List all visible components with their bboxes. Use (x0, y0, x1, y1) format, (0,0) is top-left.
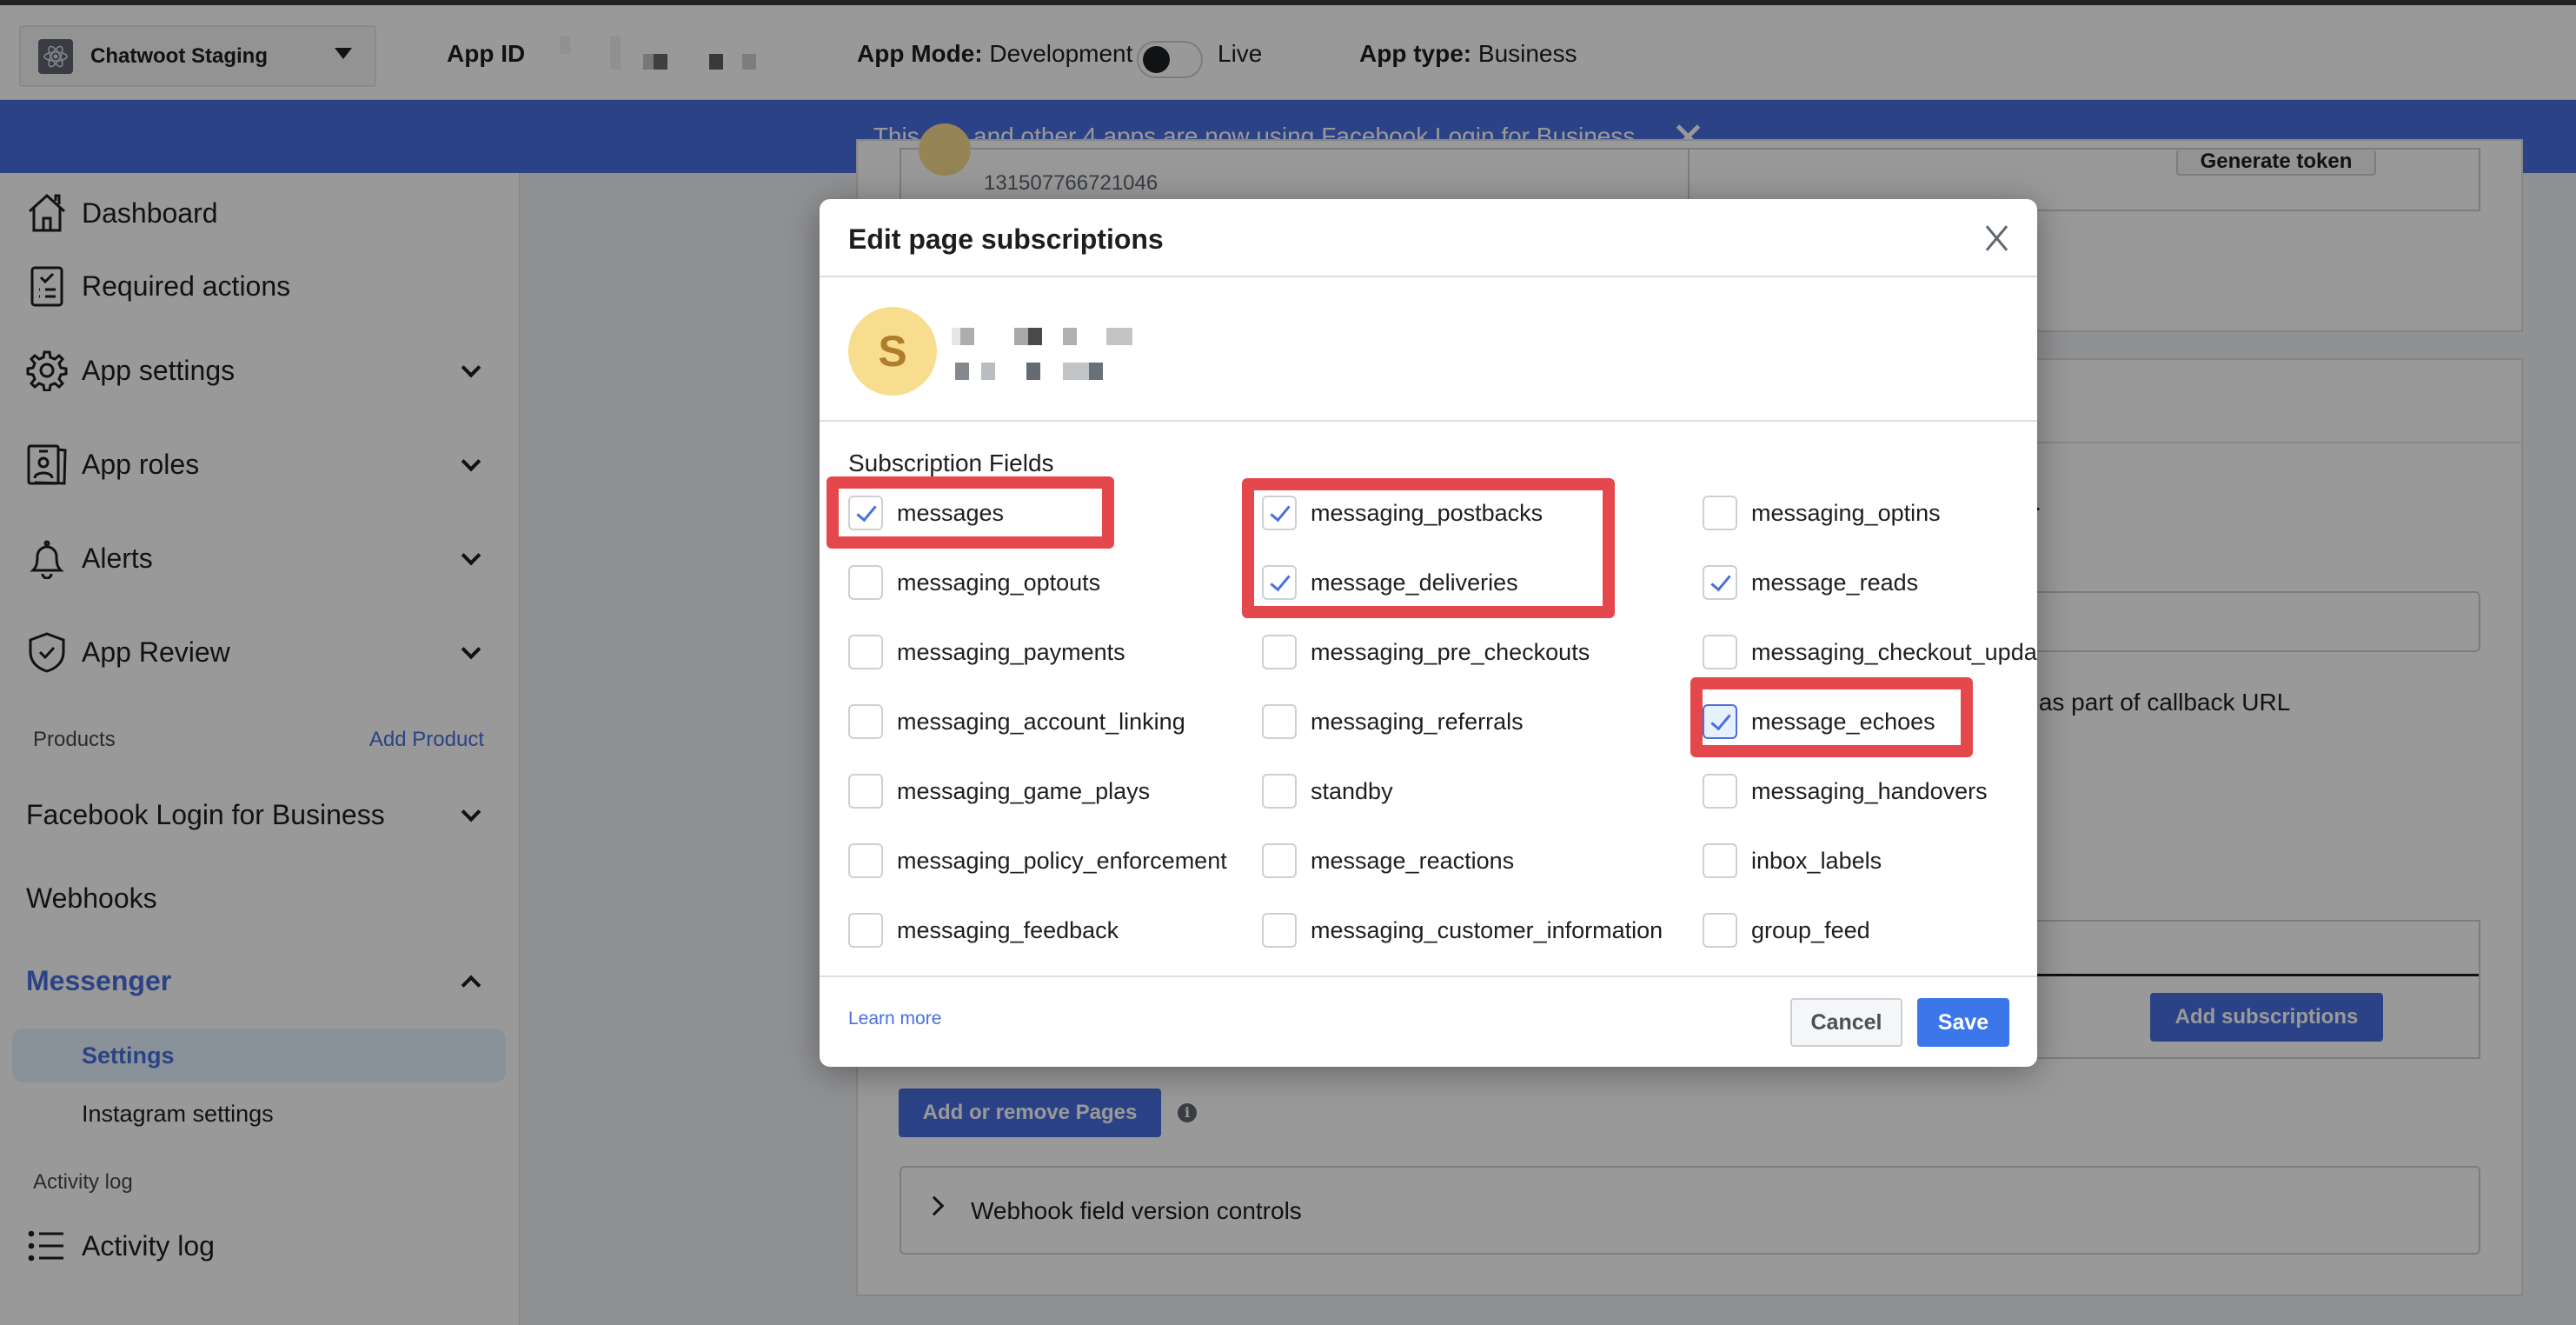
field-label: messaging_handovers (1751, 777, 1988, 804)
field-label: messaging_checkout_updates (1751, 638, 2037, 665)
page-name-redacted (952, 328, 1178, 345)
field-label: messaging_optouts (897, 569, 1101, 596)
subscription-field-message-deliveries[interactable]: message_deliveries (1262, 563, 1518, 602)
edit-page-subscriptions-dialog: Edit page subscriptions S Subscription F… (820, 199, 2037, 1067)
checkbox[interactable] (1262, 635, 1297, 669)
checkbox[interactable] (1703, 565, 1737, 600)
subscription-field-messaging-optins[interactable]: messaging_optins (1703, 494, 1941, 532)
field-label: message_deliveries (1311, 569, 1518, 596)
checkbox[interactable] (1262, 913, 1297, 948)
subscription-field-messaging-payments[interactable]: messaging_payments (848, 633, 1125, 671)
subscription-field-messaging-feedback[interactable]: messaging_feedback (848, 911, 1119, 949)
checkbox[interactable] (1262, 496, 1297, 530)
header-divider (820, 276, 2037, 277)
subscription-field-messaging-policy-enforcement[interactable]: messaging_policy_enforcement (848, 842, 1227, 880)
field-label: message_reactions (1311, 847, 1515, 874)
checkbox[interactable] (1262, 843, 1297, 878)
field-label: messages (897, 499, 1005, 526)
checkbox[interactable] (848, 843, 883, 878)
field-label: messaging_account_linking (897, 708, 1185, 735)
field-label: messaging_referrals (1311, 708, 1524, 735)
field-label: messaging_optins (1751, 499, 1941, 526)
subscription-field-messaging-account-linking[interactable]: messaging_account_linking (848, 702, 1185, 741)
subscription-field-messaging-game-plays[interactable]: messaging_game_plays (848, 772, 1150, 810)
footer-divider (820, 975, 2037, 977)
checkbox[interactable] (1703, 704, 1737, 739)
field-label: messaging_customer_information (1311, 916, 1663, 943)
cancel-button[interactable]: Cancel (1790, 998, 1902, 1047)
save-button[interactable]: Save (1917, 998, 2009, 1047)
page-avatar: S (848, 307, 937, 396)
checkbox[interactable] (848, 704, 883, 739)
field-label: message_reads (1751, 569, 1919, 596)
subscription-field-messaging-referrals[interactable]: messaging_referrals (1262, 702, 1524, 741)
learn-more-link[interactable]: Learn more (848, 1009, 941, 1029)
checkbox[interactable] (848, 774, 883, 809)
subscription-field-message-reads[interactable]: message_reads (1703, 563, 1918, 602)
page-id-redacted (952, 363, 1178, 380)
checkbox[interactable] (1262, 565, 1297, 600)
checkbox[interactable] (1703, 774, 1737, 809)
subscription-field-messaging-handovers[interactable]: messaging_handovers (1703, 772, 1988, 810)
checkbox[interactable] (1703, 496, 1737, 530)
subscription-field-messaging-optouts[interactable]: messaging_optouts (848, 563, 1100, 602)
subscription-field-messaging-customer-information[interactable]: messaging_customer_information (1262, 911, 1663, 949)
field-label: inbox_labels (1751, 847, 1882, 874)
subscription-field-messaging-postbacks[interactable]: messaging_postbacks (1262, 494, 1543, 532)
subscription-field-standby[interactable]: standby (1262, 772, 1393, 810)
checkbox[interactable] (1262, 774, 1297, 809)
field-label: group_feed (1751, 916, 1870, 943)
subscription-field-messaging-pre-checkouts[interactable]: messaging_pre_checkouts (1262, 633, 1590, 671)
checkbox[interactable] (848, 635, 883, 669)
field-label: standby (1311, 777, 1393, 804)
subscription-field-inbox-labels[interactable]: inbox_labels (1703, 842, 1882, 880)
checkbox[interactable] (1703, 635, 1737, 669)
close-icon[interactable] (1983, 225, 2009, 251)
subscription-field-messages[interactable]: messages (848, 494, 1004, 532)
checkbox[interactable] (1703, 843, 1737, 878)
subscription-field-message-reactions[interactable]: message_reactions (1262, 842, 1514, 880)
checkbox[interactable] (848, 913, 883, 948)
subscription-field-group-feed[interactable]: group_feed (1703, 911, 1870, 949)
field-label: messaging_postbacks (1311, 499, 1544, 526)
field-label: messaging_payments (897, 638, 1125, 665)
checkbox[interactable] (1262, 704, 1297, 739)
subscription-field-messaging-checkout-updates[interactable]: messaging_checkout_updates (1703, 633, 2037, 671)
checkbox[interactable] (1703, 913, 1737, 948)
subscription-field-message-echoes[interactable]: message_echoes (1703, 702, 1935, 741)
subscription-fields-label: Subscription Fields (848, 449, 1054, 476)
page-info-divider (820, 420, 2037, 422)
field-label: messaging_policy_enforcement (897, 847, 1227, 874)
field-label: message_echoes (1751, 708, 1935, 735)
field-label: messaging_feedback (897, 916, 1119, 943)
checkbox[interactable] (848, 496, 883, 530)
dialog-title: Edit page subscriptions (848, 223, 1164, 255)
checkbox[interactable] (848, 565, 883, 600)
field-label: messaging_game_plays (897, 777, 1151, 804)
field-label: messaging_pre_checkouts (1311, 638, 1590, 665)
